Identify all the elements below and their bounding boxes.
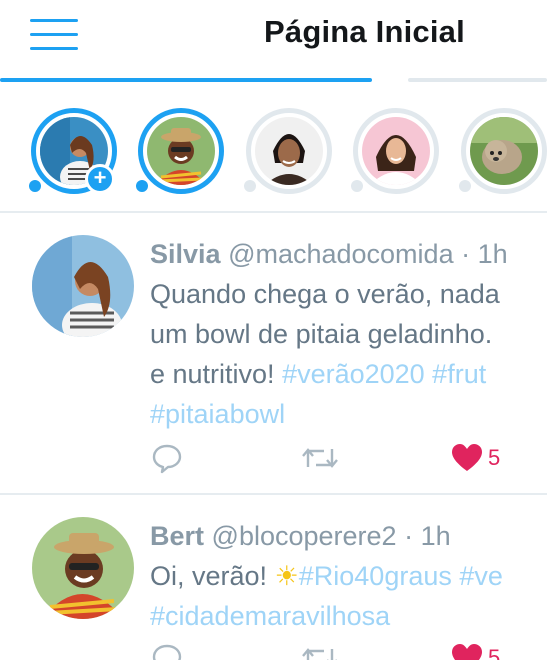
hashtag-link[interactable]: #verão2020 #frut	[282, 359, 486, 389]
hashtag-link[interactable]: #cidademaravilhosa	[150, 601, 390, 631]
tweet-text-line: #pitaiabowl	[150, 399, 285, 430]
tweet-text-line: e nutritivo! #verão2020 #frut	[150, 359, 486, 390]
tweet[interactable]: Silvia @machadocomida · 1h Quando chega …	[0, 213, 547, 493]
tweet-text: e nutritivo!	[150, 359, 283, 389]
sun-emoji-icon: ☀	[274, 561, 299, 591]
like-count: 5	[488, 445, 501, 470]
tweet-text-line: um bowl de pitaia geladinho.	[150, 319, 493, 349]
retweet-icon[interactable]	[300, 441, 340, 475]
top-bar: Página Inicial	[0, 0, 547, 80]
story-item[interactable]	[351, 108, 439, 194]
story-own[interactable]: +	[29, 108, 117, 194]
story-tail	[244, 180, 256, 192]
avatar	[147, 117, 215, 185]
avatar	[362, 117, 430, 185]
author-handle[interactable]: @blocoperere2	[212, 521, 397, 551]
author-handle[interactable]: @machadocomida	[228, 239, 454, 269]
hamburger-menu-icon[interactable]	[30, 16, 78, 54]
author-name[interactable]: Silvia	[150, 239, 221, 269]
heart-icon	[452, 444, 482, 471]
tweet-actions: 5	[150, 441, 547, 475]
tweet-actions: 5	[150, 641, 547, 660]
tweet-text-line: Quando chega o verão, nada	[150, 279, 500, 309]
like-button[interactable]: 5	[450, 641, 520, 660]
story-tail	[351, 180, 363, 192]
tweet-text-line: #cidademaravilhosa	[150, 601, 390, 632]
story-tail	[29, 180, 41, 192]
story-item[interactable]	[136, 108, 224, 194]
hashtag-link[interactable]: #pitaiabowl	[150, 399, 285, 429]
stories-row: +	[0, 100, 547, 200]
timestamp: · 1h	[461, 239, 508, 269]
story-tail	[136, 180, 148, 192]
add-story-icon[interactable]: +	[85, 164, 115, 194]
avatar	[255, 117, 323, 185]
tweet-text-line: Oi, verão! ☀#Rio40graus #ve	[150, 561, 503, 592]
page-title: Página Inicial	[264, 14, 465, 49]
avatar	[470, 117, 538, 185]
tweet-text: Oi, verão!	[150, 561, 275, 591]
tab-home-indicator[interactable]	[0, 78, 372, 82]
story-item[interactable]	[459, 108, 547, 194]
story-tail	[459, 180, 471, 192]
tweet[interactable]: Bert @blocoperere2 · 1h Oi, verão! ☀#Rio…	[0, 495, 547, 660]
heart-icon	[452, 644, 482, 660]
reply-icon[interactable]	[150, 641, 184, 660]
like-button[interactable]: 5	[450, 441, 520, 475]
timestamp: · 1h	[404, 521, 451, 551]
hashtag-link[interactable]: #Rio40graus #ve	[299, 561, 503, 591]
like-count: 5	[488, 645, 501, 660]
story-item[interactable]	[244, 108, 332, 194]
author-name[interactable]: Bert	[150, 521, 204, 551]
tab-secondary-indicator[interactable]	[408, 78, 547, 82]
avatar[interactable]	[32, 517, 134, 619]
reply-icon[interactable]	[150, 441, 184, 475]
retweet-icon[interactable]	[300, 641, 340, 660]
avatar[interactable]	[32, 235, 134, 337]
